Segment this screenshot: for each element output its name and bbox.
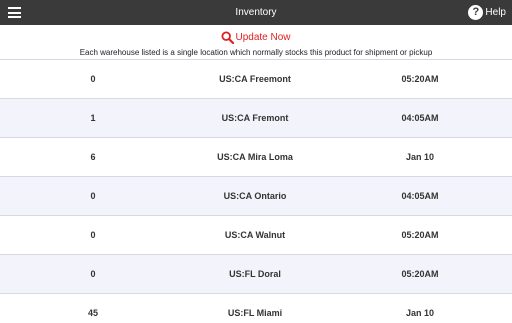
quantity-cell: 0 — [90, 269, 96, 279]
quantity-cell: 0 — [90, 230, 96, 240]
updated-time-cell: 05:20AM — [401, 269, 439, 279]
help-button[interactable]: ? Help — [468, 4, 506, 21]
table-row[interactable]: 0 US:CA Ontario 04:05AM — [0, 177, 512, 216]
table-row[interactable]: 1 US:CA Fremont 04:05AM — [0, 99, 512, 138]
updated-time-cell: 04:05AM — [401, 191, 439, 201]
table-row[interactable]: 0 US:CA Walnut 05:20AM — [0, 216, 512, 255]
page-title: Inventory — [235, 7, 277, 18]
updated-time-cell: 05:20AM — [401, 230, 439, 240]
quantity-cell: 0 — [90, 191, 96, 201]
table-row[interactable]: 0 US:CA Freemont 05:20AM — [0, 60, 512, 99]
location-cell: US:CA Fremont — [221, 113, 289, 123]
location-cell: US:CA Walnut — [224, 230, 286, 240]
warehouse-note: Each warehouse listed is a single locati… — [79, 48, 433, 57]
location-cell: US:CA Freemont — [219, 74, 291, 84]
location-cell: US:FL Doral — [229, 269, 281, 279]
top-bar: Inventory ? Help — [0, 0, 512, 25]
quantity-cell: 45 — [87, 308, 98, 318]
updated-time-cell: 05:20AM — [401, 74, 439, 84]
help-label: Help — [485, 7, 506, 18]
updated-time-cell: Jan 10 — [405, 308, 435, 318]
location-cell: US:CA Ontario — [223, 191, 287, 201]
table-row[interactable]: 0 US:FL Doral 05:20AM — [0, 255, 512, 294]
updated-time-cell: Jan 10 — [405, 152, 435, 162]
update-row: Update Now — [0, 29, 512, 45]
hamburger-menu-icon[interactable] — [8, 7, 21, 18]
updated-time-cell: 04:05AM — [401, 113, 439, 123]
inventory-table: 0 US:CA Freemont 05:20AM 1 US:CA Fremont 04:0… — [0, 59, 512, 323]
search-icon — [221, 30, 235, 44]
quantity-cell: 6 — [90, 152, 96, 162]
quantity-cell: 1 — [90, 113, 96, 123]
table-row[interactable]: 45 US:FL Miami Jan 10 — [0, 294, 512, 323]
update-now-button[interactable]: Update Now — [221, 30, 291, 44]
location-cell: US:FL Miami — [227, 308, 283, 318]
update-now-label: Update Now — [235, 31, 291, 43]
location-cell: US:CA Mira Loma — [217, 152, 293, 162]
quantity-cell: 0 — [90, 74, 96, 84]
table-row[interactable]: 6 US:CA Mira Loma Jan 10 — [0, 138, 512, 177]
question-mark-icon: ? — [468, 5, 484, 20]
